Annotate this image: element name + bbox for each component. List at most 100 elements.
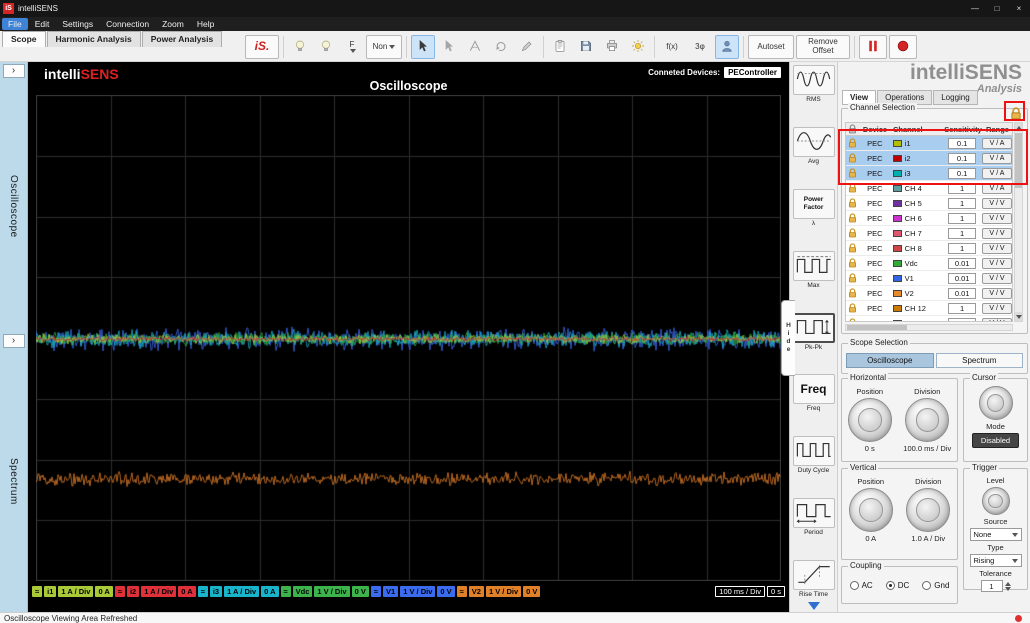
- coupling-option-gnd[interactable]: Gnd: [922, 581, 949, 590]
- cursor-mode-button[interactable]: Disabled: [971, 433, 1020, 448]
- channel-row-ch7[interactable]: PEC CH 7 1 V / V: [846, 226, 1012, 241]
- tab-power-analysis[interactable]: Power Analysis: [141, 31, 223, 47]
- tab-scope[interactable]: Scope: [2, 31, 46, 47]
- copy-button[interactable]: [548, 35, 572, 59]
- row-lock-icon[interactable]: [846, 318, 859, 321]
- f-mode-button[interactable]: F: [340, 35, 364, 59]
- channel-row-ch13[interactable]: PEC CH 13 1 V / V: [846, 316, 1012, 321]
- range-button[interactable]: V / A: [982, 182, 1012, 194]
- cursor-knob[interactable]: [978, 386, 1013, 420]
- scroll-down-icon[interactable]: [1015, 312, 1022, 321]
- range-button[interactable]: V / V: [982, 197, 1012, 209]
- channel-row-v1[interactable]: PEC V1 0.01 V / V: [846, 271, 1012, 286]
- channel-row-i1[interactable]: PEC i1 0.1 V / A: [846, 136, 1012, 151]
- trigger-source-dropdown[interactable]: None: [969, 528, 1022, 541]
- legend-offset-chip[interactable]: 0 V: [351, 586, 369, 597]
- channel-row-i2[interactable]: PEC i2 0.1 V / A: [846, 151, 1012, 166]
- menu-item-file[interactable]: File: [2, 18, 28, 30]
- select-tool-button[interactable]: [411, 35, 435, 59]
- legend-offset-chip[interactable]: 0 V: [437, 586, 455, 597]
- channel-row-ch8[interactable]: PEC CH 8 1 V / V: [846, 241, 1012, 256]
- range-button[interactable]: V / V: [982, 287, 1012, 299]
- menu-item-help[interactable]: Help: [191, 18, 220, 30]
- channel-row-ch12[interactable]: PEC CH 12 1 V / V: [846, 301, 1012, 316]
- channel-table-scrollbar[interactable]: [1014, 122, 1023, 322]
- range-button[interactable]: V / A: [982, 137, 1012, 149]
- channel-lock-icon[interactable]: [1010, 107, 1022, 122]
- non-mode-dropdown[interactable]: Non: [366, 35, 402, 59]
- row-lock-icon[interactable]: [846, 258, 859, 268]
- pause-button[interactable]: [859, 35, 887, 59]
- row-lock-icon[interactable]: [846, 183, 859, 193]
- radio-button[interactable]: [849, 581, 859, 590]
- legend-scale-chip[interactable]: 1 V / Div: [400, 586, 436, 597]
- legend-name-chip[interactable]: V1: [383, 586, 399, 597]
- legend-scale-chip[interactable]: 1 A / Div: [141, 586, 177, 597]
- sensitivity-input[interactable]: 0.1: [948, 137, 977, 149]
- vertical-division-knob[interactable]: [906, 488, 951, 532]
- measurement---button[interactable]: Power Factor: [792, 188, 835, 219]
- display-settings-button[interactable]: [626, 35, 650, 59]
- sensitivity-input[interactable]: 1: [948, 302, 977, 314]
- user-button[interactable]: [715, 35, 739, 59]
- hscrollbar-thumb[interactable]: [847, 325, 907, 330]
- row-lock-icon[interactable]: [846, 168, 859, 178]
- spin-down-icon[interactable]: [1004, 586, 1011, 591]
- trigger-level-knob[interactable]: [981, 487, 1010, 515]
- bulb-dim-button[interactable]: [288, 35, 312, 59]
- measurement-period-button[interactable]: [792, 498, 835, 529]
- legend-scale-chip[interactable]: 1 A / Div: [224, 586, 260, 597]
- legend-name-chip[interactable]: i1: [44, 586, 57, 597]
- sensitivity-input[interactable]: 1: [948, 182, 977, 194]
- channel-row-ch6[interactable]: PEC CH 6 1 V / V: [846, 211, 1012, 226]
- sensitivity-input[interactable]: 0.01: [948, 257, 977, 269]
- legend-name-chip[interactable]: i2: [126, 586, 140, 597]
- range-button[interactable]: V / V: [982, 227, 1012, 239]
- sensitivity-input[interactable]: 0.01: [948, 272, 977, 284]
- legend-scale-chip[interactable]: 1 V / Div: [485, 586, 522, 597]
- maximize-button[interactable]: □: [986, 0, 1008, 17]
- formula-button[interactable]: f(x): [659, 35, 685, 59]
- channel-row-ch4[interactable]: PEC CH 4 1 V / A: [846, 181, 1012, 196]
- horizontal-position-knob[interactable]: [847, 398, 892, 442]
- trigger-type-dropdown[interactable]: Rising: [969, 554, 1022, 567]
- legend-name-chip[interactable]: Vdc: [292, 586, 313, 597]
- three-phase-button[interactable]: 3φ: [687, 35, 713, 59]
- legend-name-chip[interactable]: V2: [468, 586, 484, 597]
- legend-offset-chip[interactable]: 0 A: [178, 586, 196, 597]
- spin-up-icon[interactable]: [1004, 581, 1011, 586]
- scope-select-oscilloscope[interactable]: Oscilloscope: [846, 353, 934, 368]
- sensitivity-input[interactable]: 1: [948, 317, 977, 321]
- autoset-button[interactable]: Autoset: [748, 35, 794, 59]
- measurement-rise-time-button[interactable]: [792, 560, 835, 590]
- row-lock-icon[interactable]: [846, 243, 859, 253]
- sidebar-item-spectrum[interactable]: Spectrum: [8, 458, 19, 505]
- minimize-button[interactable]: —: [964, 0, 986, 17]
- rotate-tool-button[interactable]: [489, 35, 513, 59]
- row-lock-icon[interactable]: [846, 228, 859, 238]
- row-lock-icon[interactable]: [846, 198, 859, 208]
- panel-tab-logging[interactable]: Logging: [933, 90, 978, 105]
- close-button[interactable]: ×: [1008, 0, 1030, 17]
- waveform-canvas[interactable]: [36, 95, 781, 581]
- intellisens-logo-button[interactable]: iS.: [245, 35, 279, 59]
- sidebar-item-oscilloscope[interactable]: Oscilloscope: [8, 175, 19, 238]
- range-button[interactable]: V / V: [982, 317, 1012, 321]
- legend-offset-chip[interactable]: 0 A: [95, 586, 113, 597]
- channel-row-vdc[interactable]: PEC Vdc 0.01 V / V: [846, 256, 1012, 271]
- remove-offset-button[interactable]: Remove Offset: [796, 35, 850, 59]
- record-button[interactable]: [889, 35, 917, 59]
- menu-item-connection[interactable]: Connection: [100, 18, 155, 30]
- channel-row-ch5[interactable]: PEC CH 5 1 V / V: [846, 196, 1012, 211]
- sensitivity-input[interactable]: 1: [948, 212, 977, 224]
- row-lock-icon[interactable]: [846, 288, 859, 298]
- scope-select-spectrum[interactable]: Spectrum: [935, 353, 1023, 368]
- legend-scale-chip[interactable]: 1 A / Div: [58, 586, 94, 597]
- range-button[interactable]: V / V: [982, 212, 1012, 224]
- oscilloscope-expand-button[interactable]: ›: [2, 64, 25, 78]
- tab-harmonic-analysis[interactable]: Harmonic Analysis: [46, 31, 141, 47]
- sensitivity-input[interactable]: 1: [948, 242, 977, 254]
- range-button[interactable]: V / V: [982, 302, 1012, 314]
- row-lock-icon[interactable]: [846, 213, 859, 223]
- radio-button[interactable]: [922, 581, 932, 590]
